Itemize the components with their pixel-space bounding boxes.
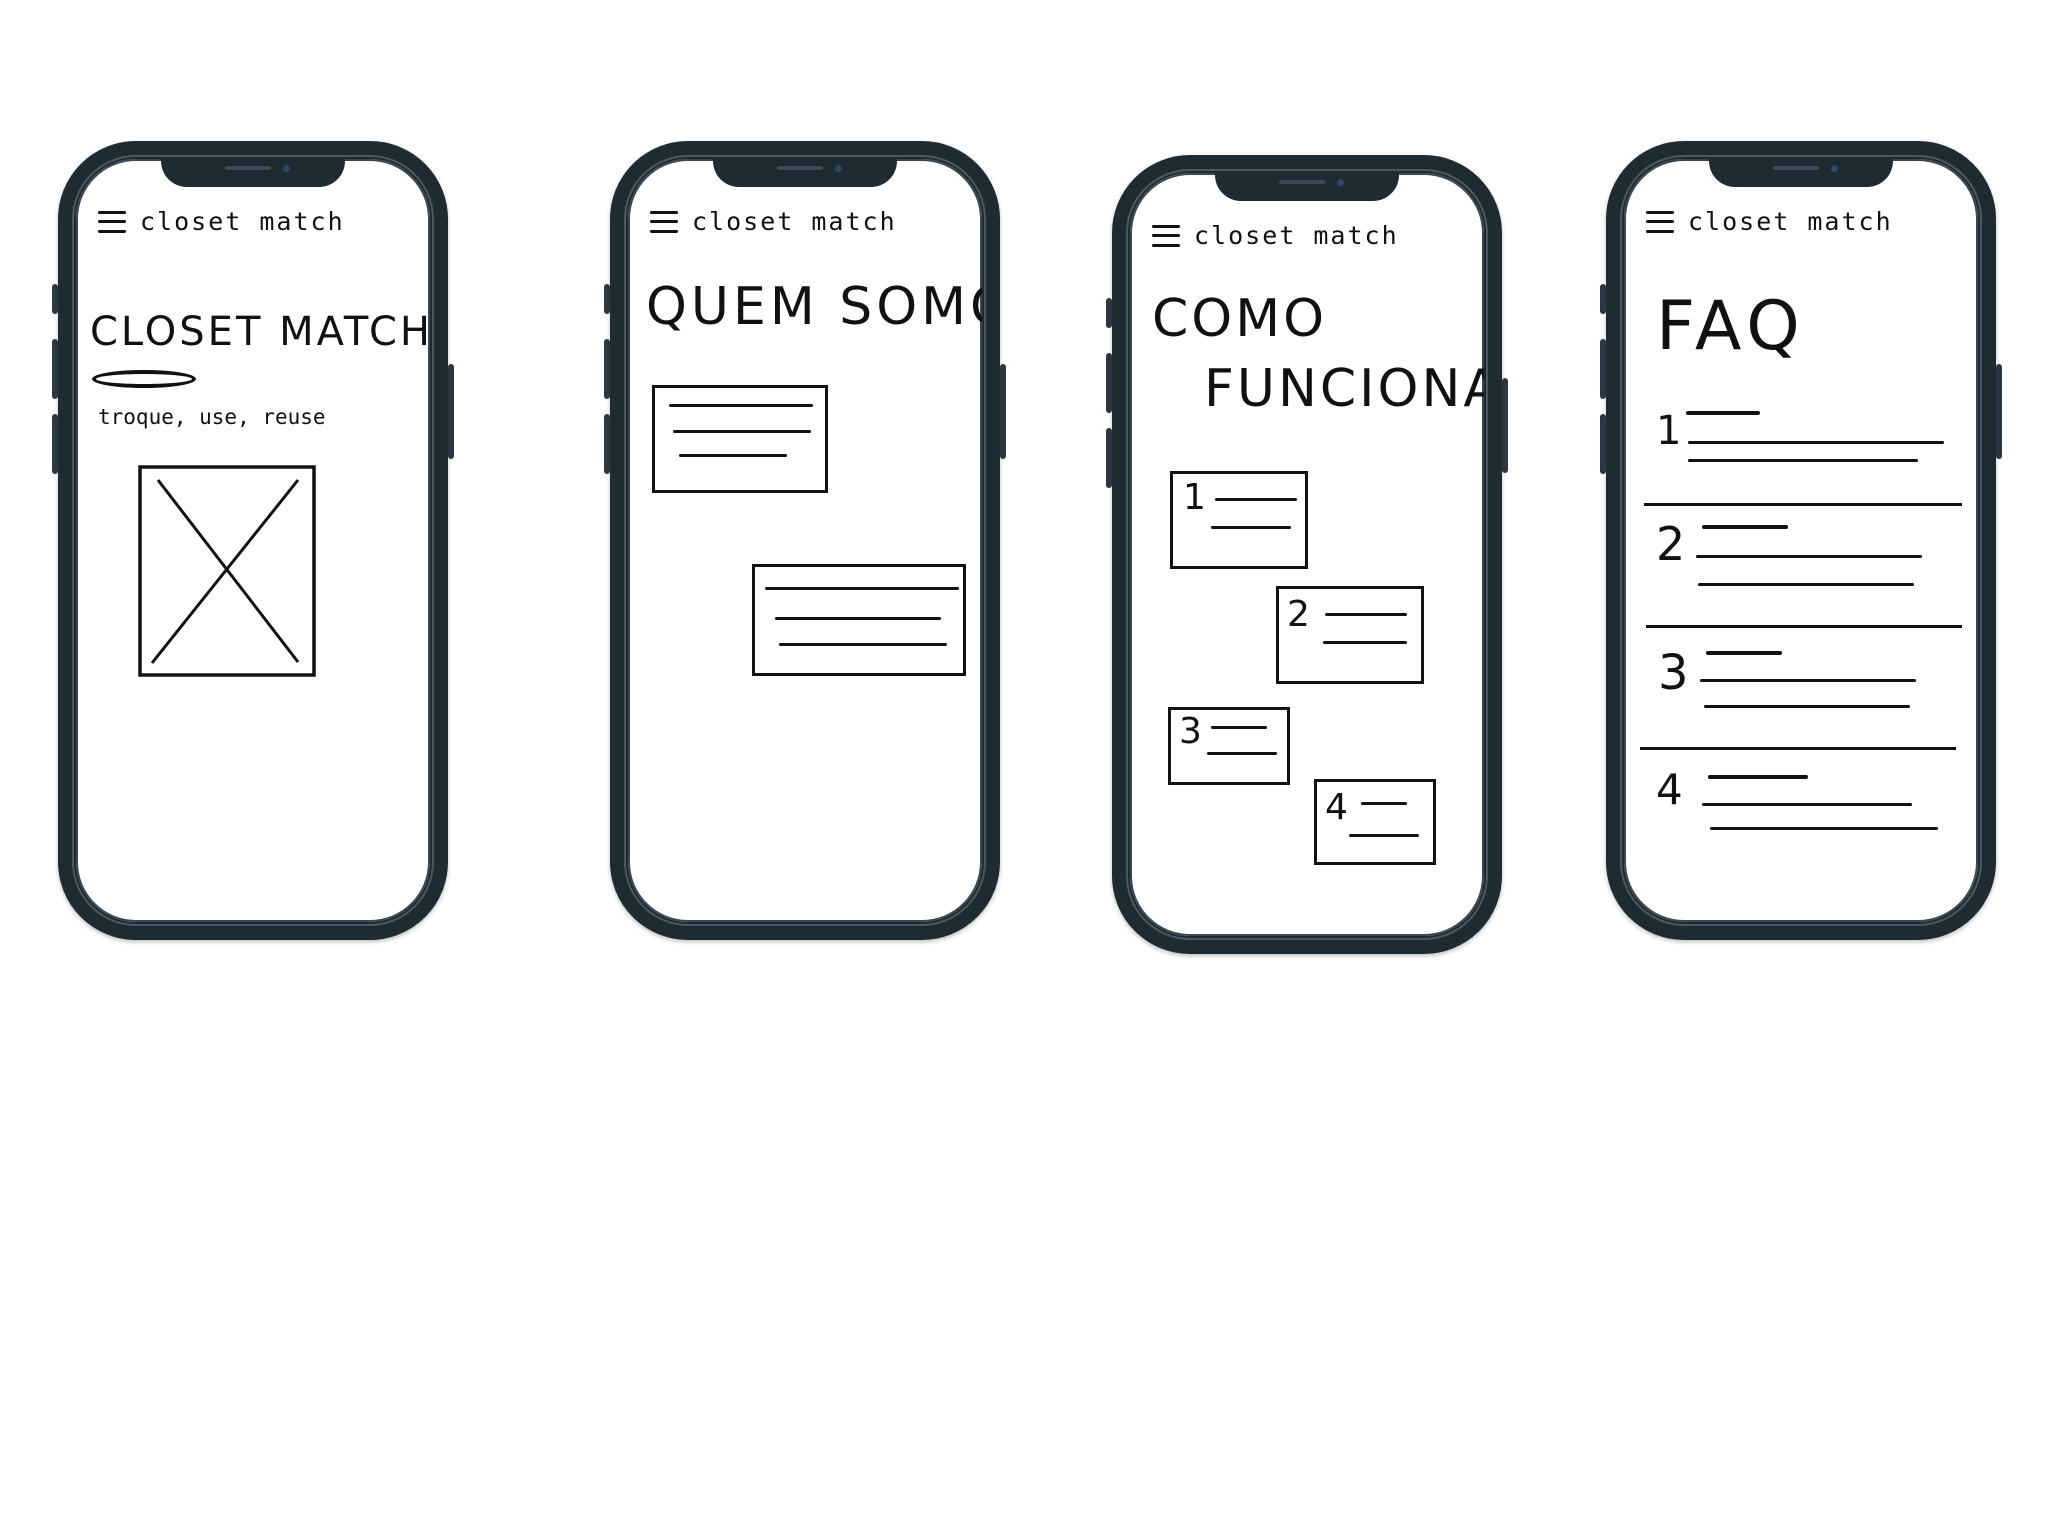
faq-number: 4 (1656, 765, 1683, 814)
brand-name: closet match (1688, 207, 1893, 236)
page-title-line-2: FUNCIONA (1204, 359, 1484, 419)
step-number: 3 (1179, 711, 1202, 752)
faq-item[interactable]: 4 (1638, 755, 1968, 865)
content-card (652, 385, 828, 493)
faq-divider (1644, 503, 1962, 506)
brand-name: closet match (692, 207, 897, 236)
screen-about: closet match QUEM SOMOS (628, 159, 982, 922)
app-header: closet match (98, 207, 345, 236)
screen-home: closet match CLOSET MATCH troque, use, r… (76, 159, 430, 922)
phone-about: closet match QUEM SOMOS (604, 141, 1006, 940)
faq-number: 2 (1656, 517, 1686, 571)
step-card: 4 (1314, 779, 1436, 865)
screen-how-it-works: closet match COMO FUNCIONA 1 2 3 4 (1130, 173, 1484, 936)
hamburger-menu-icon[interactable] (98, 210, 126, 233)
step-card: 3 (1168, 707, 1290, 785)
phone-faq: closet match FAQ 1 2 3 4 (1600, 141, 2002, 940)
content-card (752, 564, 966, 676)
brand-name: closet match (140, 207, 345, 236)
step-number: 1 (1183, 477, 1206, 518)
page-title: CLOSET MATCH (90, 309, 430, 355)
app-header: closet match (650, 207, 897, 236)
phone-how-it-works: closet match COMO FUNCIONA 1 2 3 4 (1106, 155, 1508, 954)
hero-image-placeholder (138, 465, 316, 677)
app-header: closet match (1646, 207, 1893, 236)
step-card: 1 (1170, 471, 1308, 569)
faq-item[interactable]: 1 (1638, 399, 1968, 499)
hamburger-menu-icon[interactable] (1646, 210, 1674, 233)
hamburger-menu-icon[interactable] (1152, 224, 1180, 247)
step-number: 4 (1325, 787, 1348, 828)
phone-home: closet match CLOSET MATCH troque, use, r… (52, 141, 454, 940)
hamburger-menu-icon[interactable] (650, 210, 678, 233)
tagline: troque, use, reuse (98, 405, 326, 429)
page-title: COMO (1152, 289, 1328, 349)
faq-number: 3 (1658, 645, 1689, 701)
page-title: FAQ (1656, 287, 1806, 366)
screen-faq: closet match FAQ 1 2 3 4 (1624, 159, 1978, 922)
faq-number: 1 (1656, 408, 1682, 454)
faq-item[interactable]: 2 (1638, 511, 1968, 621)
brand-name: closet match (1194, 221, 1399, 250)
cta-button[interactable] (92, 370, 196, 388)
step-card: 2 (1276, 586, 1424, 684)
faq-divider (1640, 747, 1956, 750)
app-header: closet match (1152, 221, 1399, 250)
page-title: QUEM SOMOS (646, 277, 982, 337)
faq-divider (1646, 625, 1962, 628)
faq-item[interactable]: 3 (1638, 633, 1968, 743)
step-number: 2 (1287, 594, 1310, 635)
